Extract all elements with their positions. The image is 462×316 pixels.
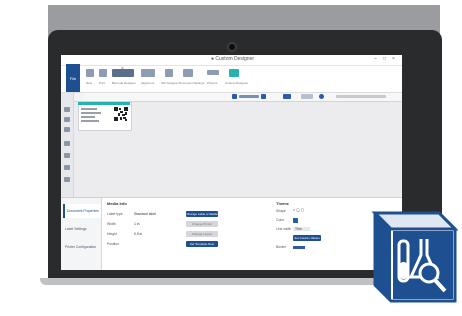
text-tool-icon[interactable]: [64, 117, 70, 122]
select-tool-icon[interactable]: [64, 107, 70, 112]
media-info-title: Media Info: [107, 201, 127, 206]
field-label: Height: [107, 232, 117, 236]
field-label: Line width: [276, 227, 292, 231]
label-text-line: [81, 120, 99, 122]
label-accent-bar: [78, 102, 130, 105]
tab-document-properties[interactable]: Document Properties: [63, 204, 101, 218]
ribbon-label-alignment: Alignment: [141, 81, 155, 85]
theme-title: Theme: [276, 201, 289, 206]
zoom-icon[interactable]: [319, 94, 324, 99]
ribbon-label-printers: Printers: [207, 81, 218, 85]
table-tool-icon[interactable]: [64, 177, 70, 182]
barcode-tool-icon[interactable]: [64, 127, 70, 132]
ribbon-label-custom: Custom Designer: [225, 81, 249, 85]
ribbon-label-new: New: [86, 81, 93, 85]
app-title: ● Custom Designer: [211, 56, 255, 62]
change-label-button[interactable]: Change Label or Media: [186, 211, 218, 217]
field-label: Label type: [107, 212, 123, 216]
line-width-select[interactable]: Thin: [293, 227, 310, 231]
zoom-field[interactable]: [301, 94, 313, 99]
webcam: [229, 44, 235, 50]
alignment-icon[interactable]: [141, 69, 155, 77]
lab-flask-cube-icon: [369, 207, 459, 304]
play-icon[interactable]: [283, 94, 291, 99]
title-bar: ● Custom Designer – □ ×: [61, 55, 402, 66]
tab-label-settings[interactable]: Label Settings: [63, 222, 99, 236]
search-field[interactable]: [336, 95, 386, 98]
label-text-line: [81, 116, 95, 118]
first-page-icon[interactable]: [232, 94, 237, 99]
change-printer-button[interactable]: Change Printer: [186, 221, 218, 227]
lab-flask-cube-graphic: [371, 211, 459, 303]
new-icon[interactable]: [86, 69, 94, 77]
field-label: Border: [276, 245, 287, 249]
label-text-line: [81, 108, 97, 110]
ribbon-label-docsettings: Document Settings: [179, 81, 205, 85]
set-custom-values-button[interactable]: Set Custom Values: [293, 235, 321, 241]
ribbon-label-print: Print: [99, 81, 106, 85]
minimize-button[interactable]: –: [374, 56, 377, 62]
field-label: Color: [276, 218, 285, 222]
last-page-icon[interactable]: [261, 94, 266, 99]
image-tool-icon[interactable]: [64, 141, 70, 146]
app-screen: ● Custom Designer – □ × File × New Print…: [61, 55, 402, 270]
document-settings-icon[interactable]: [183, 69, 193, 77]
close-button[interactable]: ×: [392, 56, 395, 62]
ribbon-label-barcode: Barcode Designer: [112, 81, 137, 85]
label-text-line: [81, 112, 101, 114]
shape-tool-icon[interactable]: [64, 153, 70, 158]
tab-printer-configuration[interactable]: Printer Configuration: [63, 240, 99, 254]
ribbon-label-tab: Tab Designer: [161, 81, 179, 85]
field-value: 1 in: [134, 222, 140, 226]
qr-code-icon: [114, 107, 128, 121]
printers-dropdown[interactable]: [207, 70, 219, 75]
properties-tabs: Document Properties Label Settings Print…: [61, 198, 102, 270]
barcode-designer-icon[interactable]: [112, 69, 134, 77]
field-label: Width: [107, 222, 116, 226]
maximize-button[interactable]: □: [383, 56, 386, 62]
tab-designer-icon[interactable]: [165, 69, 173, 77]
qr-code-graphic: [114, 107, 128, 121]
border-slider[interactable]: [293, 246, 305, 249]
change-layout-button[interactable]: Change Layout: [186, 231, 218, 237]
print-icon[interactable]: [99, 69, 107, 77]
set-template-button[interactable]: Set Template Now: [186, 241, 218, 247]
shape-options[interactable]: □ ◯ ▢: [293, 208, 304, 212]
file-tab[interactable]: File: [66, 66, 80, 92]
field-label: Shape: [276, 209, 286, 213]
custom-designer-icon[interactable]: [229, 69, 239, 77]
page-slider[interactable]: [239, 95, 259, 98]
field-label: Position: [107, 242, 120, 246]
field-value: Standard label: [134, 212, 156, 216]
line-tool-icon[interactable]: [64, 165, 70, 170]
color-swatch[interactable]: [293, 218, 298, 223]
field-value: 0.5 in: [134, 232, 143, 236]
